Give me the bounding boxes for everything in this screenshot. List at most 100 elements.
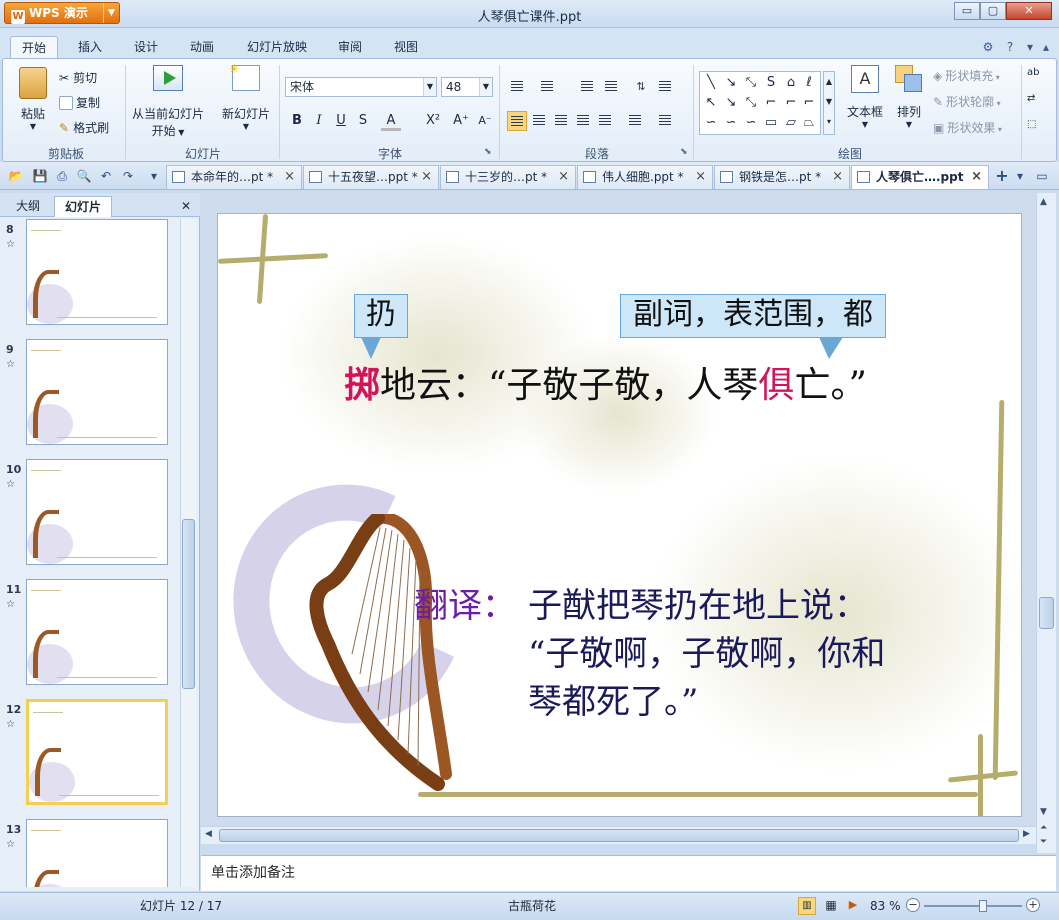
doc-tab[interactable]: 十三岁的…pt * × [440,165,576,189]
format-painter-button[interactable]: ✎ 格式刷 [59,119,109,136]
tab-design[interactable]: 设计 [126,36,166,58]
slideshow-icon[interactable]: ▶ [844,897,862,915]
open-folder-icon[interactable]: 📂 [8,168,24,184]
curved-double-shape-icon[interactable]: ∽ [742,114,760,132]
font-size-select[interactable]: 48 ▼ [441,77,493,97]
close-tab-icon[interactable]: × [558,166,569,188]
doc-tab-active[interactable]: 人琴俱亡….ppt × [851,165,989,189]
doc-tab[interactable]: 钢铁是怎…pt * × [714,165,850,189]
translation-line-3[interactable]: 琴都死了。” [528,674,698,723]
double-arrow-shape-icon[interactable]: ⤡ [742,74,760,92]
translation-line-2[interactable]: “子敬啊，子敬啊，你和 [528,626,885,675]
align-center-button[interactable] [529,111,549,131]
redo-icon[interactable]: ↷ [120,168,136,184]
close-window-button[interactable]: ✕ [1006,2,1052,20]
shadow-button[interactable]: S [353,111,373,131]
distribute-button[interactable] [595,111,615,131]
align-text-button[interactable] [655,77,675,97]
shapes-gallery-scroll[interactable]: ▲ ▼ ▾ [823,71,835,135]
tab-review[interactable]: 审阅 [332,36,368,58]
elbow-double-shape-icon[interactable]: ⌐ [800,94,818,112]
window-layout-icon[interactable]: ▭ [1034,168,1050,184]
tab-home[interactable]: 开始 [10,36,58,58]
paste-button[interactable]: 粘贴 ▼ [13,67,53,141]
text-direction-button[interactable]: ⇅ [631,77,651,97]
elbow-arrow-shape-icon[interactable]: ⌐ [782,94,800,112]
rectangle-shape-icon[interactable]: ▭ [762,114,780,132]
decrease-indent-button[interactable] [577,77,597,97]
close-tab-icon[interactable]: × [832,166,843,188]
curve-shape-icon[interactable]: S [762,74,780,92]
copy-button[interactable]: 复制 [59,94,100,111]
replace-icon[interactable]: ⇄ [1027,93,1035,104]
superscript-button[interactable]: X² [421,111,445,131]
italic-button[interactable]: I [309,111,329,131]
shape-outline-button[interactable]: ✎ 形状轮廓 ▾ [933,93,1001,110]
scroll-left-icon[interactable]: ◀ [205,829,212,839]
numbering-button[interactable] [537,77,557,97]
shrink-font-button[interactable]: A⁻ [475,111,495,131]
align-right-button[interactable] [551,111,571,131]
parallelogram-shape-icon[interactable]: ▱ [782,114,800,132]
help-icon[interactable]: ? [1002,36,1018,58]
font-dialog-launcher-icon[interactable]: ⬊ [484,147,492,157]
settings-icon[interactable]: ⚙ [980,36,996,58]
grow-font-button[interactable]: A⁺ [451,111,471,131]
zoom-slider-handle[interactable] [978,900,987,912]
slide-canvas[interactable]: 扔 副词，表范围，都 掷地云：“子敬子敬，人琴俱亡。” 翻译： 子猷把琴扔在地上… [217,213,1022,817]
minimize-button[interactable]: ▭ [954,2,980,20]
close-panel-icon[interactable]: ✕ [178,196,194,217]
close-tab-icon[interactable]: × [284,166,295,188]
zoom-out-icon[interactable]: − [906,898,920,912]
zoom-percentage[interactable]: 83 % [870,893,901,919]
textbox-button[interactable]: A 文本框 ▼ [841,65,889,129]
close-tab-icon[interactable]: × [421,166,432,188]
justify-button[interactable] [573,111,593,131]
animation-star-icon[interactable]: ☆ [6,239,15,250]
next-slide-icon[interactable]: ⏷ [1040,837,1047,847]
freeform-shape-icon[interactable]: ⌂ [782,74,800,92]
arrange-button[interactable]: 排列 ▼ [891,65,927,129]
paragraph-dialog-launcher-icon[interactable]: ⬊ [680,147,688,157]
font-name-select[interactable]: 宋体 ▼ [285,77,437,97]
underline-button[interactable]: U [331,111,351,131]
slide-thumbnail[interactable] [26,579,168,685]
elbow-connector-shape-icon[interactable]: ⌐ [762,94,780,112]
align-left-button[interactable] [507,111,527,131]
quick-access-more-icon[interactable]: ▾ [146,168,162,184]
callout-adverb[interactable]: 副词，表范围，都 [620,294,886,359]
slide-thumbnail-selected[interactable] [26,699,168,805]
collapse-ribbon-icon[interactable]: ▴ [1038,36,1054,58]
slide-vertical-scrollbar[interactable]: ▲ ▼ ⏶ ⏷ [1036,193,1056,853]
new-slide-button[interactable]: ✳ 新幻灯片 ▼ [217,62,275,131]
slide-sorter-icon[interactable]: ▦ [822,897,840,915]
scroll-thumb[interactable] [219,829,1019,842]
tab-animation[interactable]: 动画 [182,36,222,58]
animation-star-icon[interactable]: ☆ [6,359,15,370]
doc-tab[interactable]: 伟人细胞.ppt * × [577,165,713,189]
tab-list-icon[interactable]: ▾ [1012,168,1028,184]
help-dropdown-icon[interactable]: ▾ [1022,36,1038,58]
connector-arrow-shape-icon[interactable]: ↘ [722,94,740,112]
play-from-current-button[interactable]: 从当前幻灯片 开始 ▼ [129,65,207,139]
bold-button[interactable]: B [287,111,307,131]
previous-slide-icon[interactable]: ⏶ [1040,823,1047,833]
shape-effect-button[interactable]: ▣ 形状效果 ▾ [933,119,1002,136]
callout-throw[interactable]: 扔 [354,294,408,359]
trapezoid-shape-icon[interactable]: ⏢ [800,114,818,132]
tab-outline[interactable]: 大纲 [8,196,48,217]
normal-view-icon[interactable]: ▥ [798,897,816,915]
translation-line-1[interactable]: 子猷把琴扔在地上说： [528,578,868,627]
print-preview-icon[interactable]: 🔍 [76,168,92,184]
tab-insert[interactable]: 插入 [70,36,110,58]
tab-slideshow[interactable]: 幻灯片放映 [240,36,314,58]
tab-slides[interactable]: 幻灯片 [54,196,112,217]
scroll-up-icon[interactable]: ▲ [1040,197,1047,207]
arrow-shape-icon[interactable]: ↘ [722,74,740,92]
notes-pane[interactable]: 单击添加备注 [201,855,1056,891]
scroll-right-icon[interactable]: ▶ [1023,829,1030,839]
font-color-button[interactable]: A [381,111,401,131]
increase-indent-button[interactable] [601,77,621,97]
slide-horizontal-scrollbar[interactable]: ◀ ▶ [201,826,1036,844]
line-spacing-button[interactable] [625,111,645,131]
